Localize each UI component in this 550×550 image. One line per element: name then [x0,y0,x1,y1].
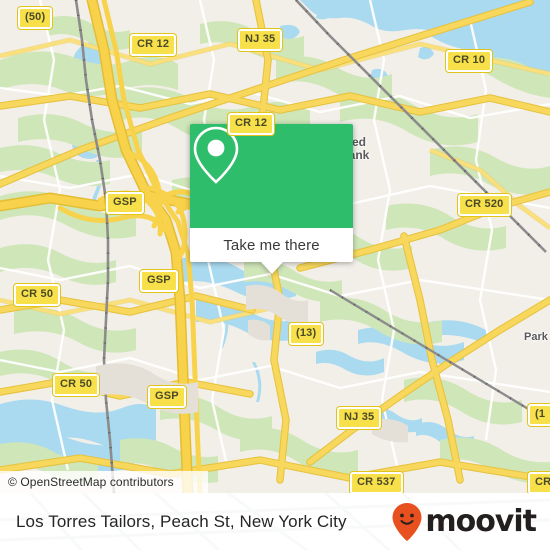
road-shield-cr50-upper[interactable]: CR 50 [14,284,61,306]
road-shield-gsp-mid[interactable]: GSP [140,270,178,292]
road-shield-cr537[interactable]: CR 537 [350,472,403,493]
road-shield-cr-edge[interactable]: CR [528,472,550,493]
osm-attribution-text: © OpenStreetMap contributors [8,475,174,489]
place-title: Los Torres Tailors, Peach St, New York C… [16,511,347,531]
road-shield-cr10[interactable]: CR 10 [446,50,493,72]
popup-header [190,124,353,228]
osm-attribution: © OpenStreetMap contributors [0,471,208,493]
popup-action-button[interactable]: Take me there [190,228,353,262]
moovit-logo: moovit [391,502,537,542]
road-shield-1-edge[interactable]: (1 [528,404,550,426]
road-shield-gsp-lower[interactable]: GSP [148,386,186,408]
road-shield-gsp-upper[interactable]: GSP [106,192,144,214]
map-screen: (50) CR 12 NJ 35 CR 10 CR 12 CR 520 GSP … [0,0,550,550]
popup-tail [260,262,283,274]
road-shield-nj35-lower[interactable]: NJ 35 [337,407,382,429]
road-shield-cr12-mid[interactable]: CR 12 [228,113,275,135]
location-popup[interactable]: Take me there [190,124,353,274]
road-shield-cr12-top[interactable]: CR 12 [130,34,177,56]
popup-action-label: Take me there [223,236,320,254]
moovit-smiley-pin-icon [392,502,422,541]
road-shield-13[interactable]: (13) [289,323,324,345]
moovit-wordmark: moovit [425,503,537,539]
map-canvas[interactable]: (50) CR 12 NJ 35 CR 10 CR 12 CR 520 GSP … [0,0,550,493]
place-label-park: Park [524,331,548,343]
road-shield-cr50-lower[interactable]: CR 50 [53,374,100,396]
road-shield-50-top[interactable]: (50) [18,7,53,29]
bottom-info-bar: Los Torres Tailors, Peach St, New York C… [0,493,550,550]
road-shield-nj35-top[interactable]: NJ 35 [238,29,283,51]
road-shield-cr520[interactable]: CR 520 [458,194,511,216]
